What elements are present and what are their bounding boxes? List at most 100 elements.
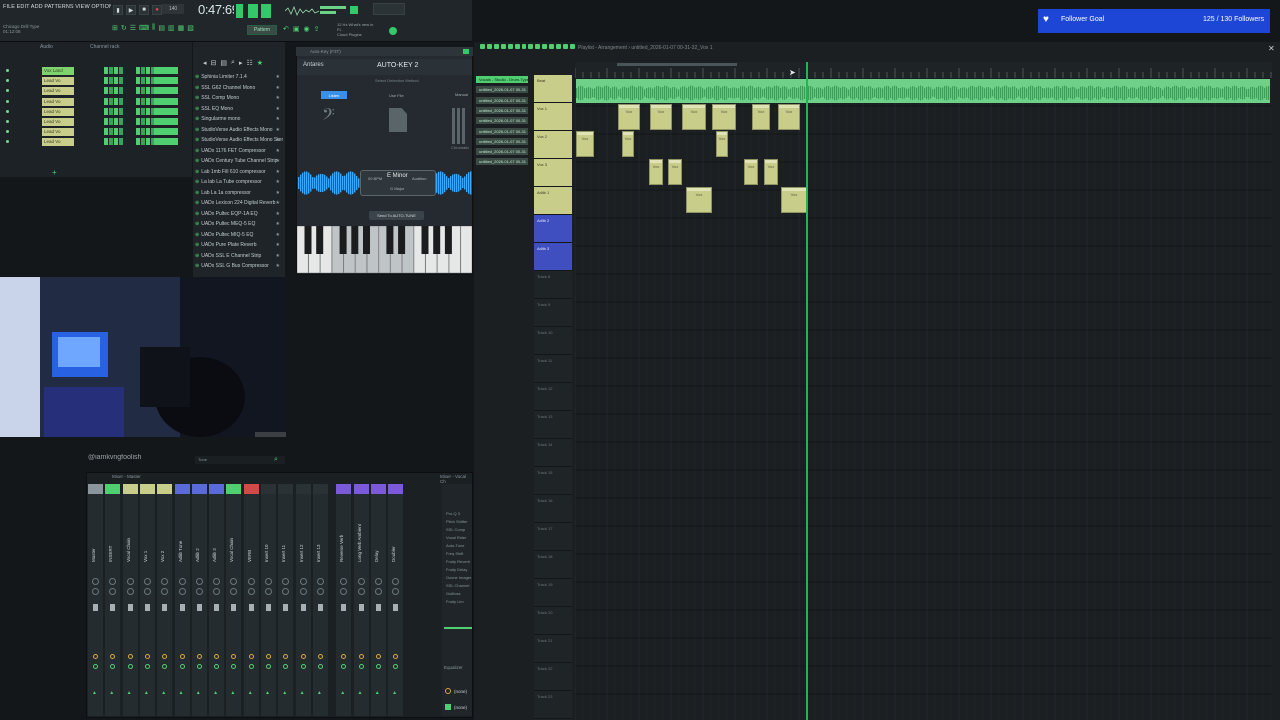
mute-switch[interactable] xyxy=(231,654,237,659)
track-header[interactable]: Adlib 1 xyxy=(534,187,572,215)
step-button[interactable] xyxy=(119,67,123,74)
step-button[interactable] xyxy=(109,138,113,146)
playlist-tool-icon[interactable] xyxy=(480,44,485,49)
step-button[interactable] xyxy=(114,87,118,95)
send-knob-1[interactable] xyxy=(445,688,451,694)
browser-plugin-item[interactable]: ⊕ UADx Pultec MIQ-5 EQ ★ xyxy=(195,231,283,239)
mixer-track[interactable]: Doubler ▲ xyxy=(388,484,404,716)
step-button[interactable] xyxy=(109,118,113,125)
route-switch[interactable] xyxy=(358,664,364,669)
play-button[interactable]: ▶ xyxy=(126,5,136,15)
favorite-star-icon[interactable]: ★ xyxy=(276,73,280,81)
mixer-track[interactable]: Reverse Verb ▲ xyxy=(336,484,352,716)
mixer-track[interactable]: Vox 2 ▲ xyxy=(157,484,173,716)
step-button[interactable] xyxy=(114,67,118,74)
browser-plugin-item[interactable]: ⊕ UADx Lexicon 224 Digital Reverb ★ xyxy=(195,199,283,207)
piano-black-key[interactable] xyxy=(386,226,394,254)
route-switch[interactable] xyxy=(300,664,306,669)
mute-switch[interactable] xyxy=(196,654,202,659)
volume-fader[interactable] xyxy=(162,604,168,611)
volume-fader[interactable] xyxy=(214,604,220,611)
online-status-icon[interactable] xyxy=(389,27,397,35)
mixer-track[interactable]: Delay ▲ xyxy=(370,484,386,716)
mute-switch[interactable] xyxy=(144,654,150,659)
step-button[interactable] xyxy=(136,118,140,125)
step-button[interactable] xyxy=(154,97,178,105)
favorite-star-icon[interactable]: ★ xyxy=(276,84,280,92)
favorite-star-icon[interactable]: ★ xyxy=(276,157,280,165)
step-button[interactable] xyxy=(136,107,140,115)
mute-switch[interactable] xyxy=(266,654,271,659)
step-button[interactable] xyxy=(141,128,145,136)
mixer-icon[interactable]: ⫼ xyxy=(152,24,155,36)
browser-plugin-item[interactable]: ⊕ SSL G62 Channel Mono ★ xyxy=(195,84,283,92)
volume-fader[interactable] xyxy=(375,604,381,611)
step-button[interactable] xyxy=(119,97,123,105)
step-button[interactable] xyxy=(114,77,118,85)
vocal-clip[interactable]: Vox xyxy=(764,159,778,185)
step-button[interactable] xyxy=(119,107,123,115)
playlist-tool-icon[interactable] xyxy=(521,44,527,49)
browser-collapse-icon[interactable]: ⊟ xyxy=(211,59,217,67)
file-icon[interactable] xyxy=(389,108,407,132)
send-arrow-icon[interactable]: ▲ xyxy=(196,690,201,696)
pattern-item[interactable]: untitled_2026-01-07 00-31 xyxy=(476,96,528,105)
stereo-knob[interactable] xyxy=(374,588,382,595)
plugin-picker-input[interactable]: Tune xyxy=(195,456,285,464)
mixer-track[interactable]: Long Verb Ambient ▲ xyxy=(353,484,369,716)
step-button[interactable] xyxy=(154,87,178,95)
track-header[interactable]: Track 8 xyxy=(534,271,572,299)
mixer-track[interactable]: Adlib 3 ▲ xyxy=(209,484,225,716)
vocal-clip[interactable]: Vox xyxy=(618,104,640,130)
browser-search-icon[interactable]: ⌕ xyxy=(231,59,235,67)
pan-knob[interactable] xyxy=(92,578,99,585)
browser-plugin-item[interactable]: ⊕ UADx SSL E Channel Strip ★ xyxy=(195,252,283,260)
volume-fader[interactable] xyxy=(93,604,98,611)
mute-switch[interactable] xyxy=(214,654,220,659)
track-header[interactable]: Track 10 xyxy=(534,327,572,355)
favorite-star-icon[interactable]: ★ xyxy=(276,168,280,176)
route-switch[interactable] xyxy=(127,664,133,669)
playlist-tool-icon[interactable] xyxy=(486,44,492,49)
send-arrow-icon[interactable]: ▲ xyxy=(265,690,270,696)
playlist-tool-icon[interactable] xyxy=(569,44,575,49)
mute-switch[interactable] xyxy=(317,654,323,659)
manual-icon[interactable] xyxy=(452,108,472,144)
mixer-track[interactable]: Insert 13 ▲ xyxy=(312,484,328,716)
track-header[interactable]: Track 19 xyxy=(534,579,572,607)
browser-plugin-item[interactable]: ⊕ UADx Pultec MEQ-5 EQ ★ xyxy=(195,220,283,228)
favorite-star-icon[interactable]: ★ xyxy=(276,136,280,144)
track-header[interactable]: Track 9 xyxy=(534,299,572,327)
route-switch[interactable] xyxy=(179,664,185,669)
step-button[interactable] xyxy=(119,128,123,136)
stereo-knob[interactable] xyxy=(340,588,348,595)
send-arrow-icon[interactable]: ▲ xyxy=(317,690,322,696)
mixer-track[interactable]: Insert 11 ▲ xyxy=(278,484,294,716)
stereo-knob[interactable] xyxy=(392,588,400,595)
playlist-tool-icon[interactable] xyxy=(542,44,548,49)
mute-switch[interactable] xyxy=(283,654,289,659)
pattern-item[interactable]: untitled_2026-01-07 00-31 xyxy=(476,86,528,95)
vocal-clip[interactable]: Vox xyxy=(712,104,736,130)
step-button[interactable] xyxy=(114,118,118,125)
mute-led-icon[interactable] xyxy=(6,140,9,144)
step-button[interactable] xyxy=(104,118,108,125)
piano-black-key[interactable] xyxy=(304,226,312,254)
favorite-star-icon[interactable]: ★ xyxy=(276,147,280,155)
playhead[interactable] xyxy=(806,62,808,720)
volume-fader[interactable] xyxy=(393,604,399,611)
playlist-tool-icon[interactable] xyxy=(528,44,534,49)
insert-slot[interactable]: Auto-Tune xyxy=(446,543,472,549)
stereo-knob[interactable] xyxy=(178,588,186,595)
track-header[interactable]: Track 22 xyxy=(534,663,572,691)
channel-name-button[interactable]: Lead Vo xyxy=(42,97,74,106)
mute-led-icon[interactable] xyxy=(6,79,9,83)
step-button[interactable] xyxy=(104,67,108,74)
channel-name-button[interactable]: Lead Vo xyxy=(42,118,74,126)
send-arrow-icon[interactable]: ▲ xyxy=(213,690,218,696)
pan-knob[interactable] xyxy=(178,578,186,585)
pan-knob[interactable] xyxy=(316,578,324,585)
browser-plugin-item[interactable]: ⊕ UADx SSL G Bus Compressor ★ xyxy=(195,262,283,270)
browser-plugin-item[interactable]: ⊕ UADx Century Tube Channel Strip ★ xyxy=(195,157,283,165)
mute-switch[interactable] xyxy=(110,654,116,659)
